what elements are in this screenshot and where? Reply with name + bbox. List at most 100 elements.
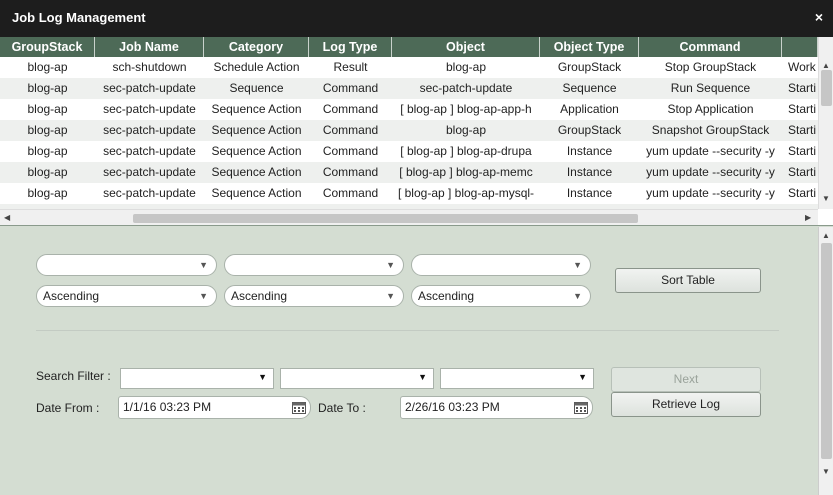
table-cell: Sequence Action: [211, 102, 302, 116]
table-cell: [ blog-ap ] blog-ap-memc: [399, 165, 533, 179]
scroll-down-icon[interactable]: ▼: [822, 194, 830, 203]
table-row[interactable]: blog-ap sec-patch-update Sequence Action Co…: [0, 120, 818, 141]
table-cell: Sequence: [229, 81, 284, 95]
scroll-left-icon[interactable]: ◀: [4, 213, 10, 222]
search-filter-1-select[interactable]: ▼: [120, 368, 274, 389]
table-cell: Starti: [788, 123, 817, 137]
table-row[interactable]: blog-ap sec-patch-update Sequence Action Co…: [0, 141, 818, 162]
column-header-command[interactable]: Command: [639, 37, 782, 57]
close-icon[interactable]: ×: [815, 9, 823, 25]
table-cell: blog-ap: [27, 81, 68, 95]
table-cell: Sequence Action: [211, 186, 302, 200]
table-cell: GroupStack: [557, 123, 622, 137]
chevron-down-icon: ▼: [573, 260, 582, 270]
sort-field-2-select[interactable]: ▼: [224, 254, 404, 276]
column-header-status[interactable]: [782, 37, 818, 57]
scroll-down-icon[interactable]: ▼: [822, 467, 830, 476]
chevron-down-icon: ▼: [386, 291, 395, 301]
table-cell: Command: [322, 165, 379, 179]
chevron-down-icon: ▼: [199, 260, 208, 270]
table-cell: Instance: [566, 144, 613, 158]
chevron-down-icon: ▼: [573, 291, 582, 301]
table-cell: sec-patch-update: [103, 186, 196, 200]
sort-order-3-select[interactable]: Ascending ▼: [411, 285, 591, 307]
table-cell: Snapshot GroupStack: [651, 123, 770, 137]
scroll-thumb[interactable]: [821, 243, 832, 459]
panel-vertical-scrollbar[interactable]: ▲ ▼: [818, 227, 833, 495]
table-cell: yum update --security -y: [646, 186, 775, 200]
scroll-up-icon[interactable]: ▲: [822, 231, 830, 240]
table-vertical-scrollbar[interactable]: ▲ ▼: [818, 37, 833, 209]
sort-order-1-select[interactable]: Ascending ▼: [36, 285, 217, 307]
calendar-icon[interactable]: [574, 401, 588, 414]
table-cell: sec-patch-update: [103, 102, 196, 116]
table-cell: Starti: [788, 102, 817, 116]
table-row[interactable]: blog-ap sch-shutdown Schedule Action Result…: [0, 57, 818, 78]
table-horizontal-scrollbar[interactable]: ◀ ▶: [0, 209, 818, 225]
sort-field-1-select[interactable]: ▼: [36, 254, 217, 276]
date-from-field[interactable]: 1/1/16 03:23 PM: [118, 396, 311, 419]
chevron-down-icon: ▼: [386, 260, 395, 270]
table-cell: blog-ap: [445, 123, 487, 137]
calendar-icon[interactable]: [292, 401, 306, 414]
chevron-down-icon: ▼: [258, 372, 267, 382]
table-row[interactable]: blog-ap sec-patch-update Sequence Command se…: [0, 78, 818, 99]
chevron-down-icon: ▼: [578, 372, 587, 382]
table-cell: Starti: [788, 144, 817, 158]
table-cell: Starti: [788, 81, 817, 95]
date-from-value: 1/1/16 03:23 PM: [123, 400, 212, 414]
scroll-thumb[interactable]: [133, 214, 638, 223]
table-cell: sec-patch-update: [103, 165, 196, 179]
scroll-thumb[interactable]: [821, 70, 832, 106]
table-cell: Application: [560, 102, 619, 116]
table-cell: Command: [322, 102, 379, 116]
table-cell: [ blog-ap ] blog-ap-drupa: [400, 144, 532, 158]
chevron-down-icon: ▼: [418, 372, 427, 382]
retrieve-log-button[interactable]: Retrieve Log: [611, 392, 761, 417]
scroll-right-icon[interactable]: ▶: [805, 213, 811, 222]
column-header-object-type[interactable]: Object Type: [540, 37, 639, 57]
splitter[interactable]: [0, 225, 833, 226]
table-cell: blog-ap: [27, 165, 68, 179]
table-cell: GroupStack: [557, 60, 622, 74]
table-cell: Sequence Action: [211, 123, 302, 137]
table-cell: Command: [322, 186, 379, 200]
table-cell: blog-ap: [445, 60, 487, 74]
table-cell: Instance: [566, 165, 613, 179]
table-cell: Stop Application: [667, 102, 754, 116]
next-button[interactable]: Next: [611, 367, 761, 392]
table-cell: [ blog-ap ] blog-ap-mysql-: [397, 186, 535, 200]
job-log-table: GroupStack Job Name Category Log Type Ob…: [0, 37, 833, 225]
table-cell: blog-ap: [27, 186, 68, 200]
search-filter-3-select[interactable]: ▼: [440, 368, 594, 389]
table-cell: sec-patch-update: [419, 81, 513, 95]
table-row[interactable]: blog-ap sec-patch-update Sequence Action Co…: [0, 99, 818, 120]
table-cell: Result: [333, 60, 368, 74]
column-header-job-name[interactable]: Job Name: [95, 37, 204, 57]
table-row[interactable]: blog-ap sec-patch-update Sequence Action Co…: [0, 162, 818, 183]
table-cell: sch-shutdown: [112, 60, 187, 74]
window-title: Job Log Management: [12, 10, 146, 25]
sort-field-3-select[interactable]: ▼: [411, 254, 591, 276]
column-header-category[interactable]: Category: [204, 37, 309, 57]
table-cell: Run Sequence: [670, 81, 751, 95]
table-cell: blog-ap: [27, 60, 68, 74]
chevron-down-icon: ▼: [199, 291, 208, 301]
scroll-up-icon[interactable]: ▲: [822, 61, 830, 70]
sort-order-2-select[interactable]: Ascending ▼: [224, 285, 404, 307]
table-cell: Sequence: [562, 81, 617, 95]
sort-table-button[interactable]: Sort Table: [615, 268, 761, 293]
table-cell: blog-ap: [27, 102, 68, 116]
column-header-groupstack[interactable]: GroupStack: [0, 37, 95, 57]
table-cell: Schedule Action: [213, 60, 300, 74]
date-to-field[interactable]: 2/26/16 03:23 PM: [400, 396, 593, 419]
table-row[interactable]: blog-ap sec-patch-update Sequence Action Co…: [0, 183, 818, 204]
column-header-object[interactable]: Object: [392, 37, 540, 57]
table-cell: yum update --security -y: [646, 144, 775, 158]
column-header-log-type[interactable]: Log Type: [309, 37, 392, 57]
sort-order-2-value: Ascending: [231, 289, 288, 303]
title-bar: Job Log Management ×: [0, 0, 833, 37]
search-filter-2-select[interactable]: ▼: [280, 368, 434, 389]
date-from-label: Date From :: [36, 401, 100, 415]
table-cell: Sequence Action: [211, 165, 302, 179]
